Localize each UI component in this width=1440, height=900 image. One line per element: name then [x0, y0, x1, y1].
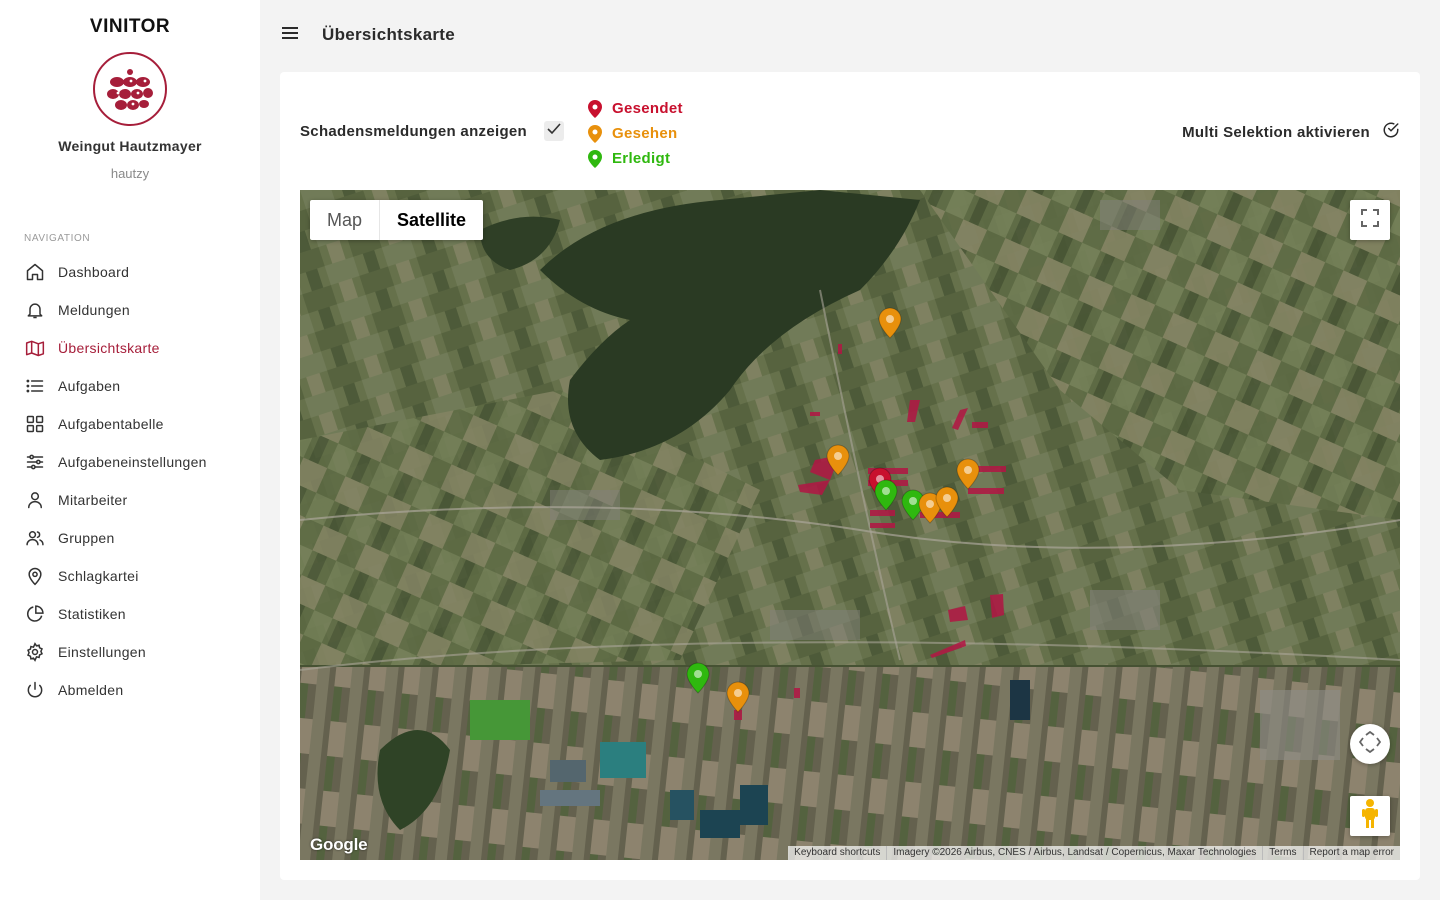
- nav-item-label: Statistiken: [58, 606, 126, 622]
- satellite-imagery: [300, 190, 1400, 860]
- home-icon: [24, 261, 46, 283]
- map-marker-erledigt[interactable]: [874, 479, 898, 516]
- map-pin-icon: [588, 149, 602, 168]
- list-icon: [24, 375, 46, 397]
- satellite-map[interactable]: Map Satellite Google Keyboard shortcuts …: [300, 190, 1400, 860]
- street-view-pegman-button[interactable]: [1350, 796, 1390, 836]
- hamburger-icon: [282, 26, 298, 44]
- nav-item-aufgabentabelle[interactable]: Aufgabentabelle: [24, 405, 254, 443]
- legend-label: Gesehen: [612, 125, 678, 142]
- bell-icon: [24, 299, 46, 321]
- report-map-error-link[interactable]: Report a map error: [1302, 846, 1400, 860]
- nav-item-label: Übersichtskarte: [58, 340, 160, 356]
- map-marker-gesehen[interactable]: [726, 681, 750, 718]
- gear-icon: [24, 641, 46, 663]
- main-navigation: Dashboard Meldungen Übersichtskarte Aufg…: [24, 253, 254, 709]
- organization-name: Weingut Hautzmayer: [58, 138, 202, 154]
- camera-control-button[interactable]: [1350, 724, 1390, 764]
- keyboard-shortcuts-link[interactable]: Keyboard shortcuts: [788, 846, 886, 860]
- nav-item-label: Aufgaben: [58, 378, 121, 394]
- map-pin-icon: [24, 565, 46, 587]
- nav-item-meldungen[interactable]: Meldungen: [24, 291, 254, 329]
- legend-label: Erledigt: [612, 150, 671, 167]
- nav-item-abmelden[interactable]: Abmelden: [24, 671, 254, 709]
- organization-logo: [93, 52, 167, 126]
- map-pin-icon: [588, 124, 602, 143]
- check-circle-icon: [1382, 121, 1400, 144]
- legend-item-erledigt: Erledigt: [588, 146, 683, 171]
- page-title: Übersichtskarte: [322, 25, 456, 44]
- legend-item-gesendet: Gesendet: [588, 96, 683, 121]
- status-legend: Gesendet Gesehen Erledigt: [588, 96, 683, 171]
- nav-item-aufgaben[interactable]: Aufgaben: [24, 367, 254, 405]
- nav-item-einstellungen[interactable]: Einstellungen: [24, 633, 254, 671]
- multi-select-label: Multi Selektion aktivieren: [1182, 124, 1370, 141]
- nav-item-schlagkartei[interactable]: Schlagkartei: [24, 557, 254, 595]
- menu-toggle-button[interactable]: [280, 24, 300, 46]
- map-type-map-button[interactable]: Map: [310, 200, 379, 240]
- fullscreen-button[interactable]: [1350, 200, 1390, 240]
- sliders-icon: [24, 451, 46, 473]
- show-damage-reports-label: Schadensmeldungen anzeigen: [300, 123, 528, 140]
- nav-item-label: Einstellungen: [58, 644, 146, 660]
- nav-item-label: Aufgabentabelle: [58, 416, 164, 432]
- user-icon: [24, 489, 46, 511]
- map-attribution-bar: Keyboard shortcuts Imagery ©2026 Airbus,…: [788, 846, 1400, 860]
- fullscreen-icon: [1361, 208, 1379, 232]
- terms-link[interactable]: Terms: [1262, 846, 1302, 860]
- imagery-attribution: Imagery ©2026 Airbus, CNES / Airbus, Lan…: [886, 846, 1262, 860]
- nav-item-label: Abmelden: [58, 682, 124, 698]
- map-type-control: Map Satellite: [310, 200, 484, 240]
- map-marker-gesehen[interactable]: [878, 307, 902, 344]
- nav-item-label: Schlagkartei: [58, 568, 139, 584]
- move-arrows-icon: [1358, 730, 1382, 758]
- nav-item-label: Gruppen: [58, 530, 115, 546]
- nav-item-aufgabeneinstellungen[interactable]: Aufgabeneinstellungen: [24, 443, 254, 481]
- map-marker-erledigt[interactable]: [686, 662, 710, 699]
- nav-item-label: Mitarbeiter: [58, 492, 128, 508]
- nav-item-statistiken[interactable]: Statistiken: [24, 595, 254, 633]
- sidebar: VINITOR Weingut Hautzmayer hautzy NAVIGA…: [0, 0, 260, 900]
- map-pin-icon: [588, 99, 602, 118]
- map-type-satellite-button[interactable]: Satellite: [379, 200, 483, 240]
- map-card: Schadensmeldungen anzeigen Gesendet Gese…: [280, 72, 1420, 880]
- nav-item-dashboard[interactable]: Dashboard: [24, 253, 254, 291]
- grid-icon: [24, 413, 46, 435]
- nav-item-label: Dashboard: [58, 264, 130, 280]
- top-bar: Übersichtskarte: [260, 0, 1440, 72]
- users-icon: [24, 527, 46, 549]
- username: hautzy: [110, 166, 150, 181]
- pie-chart-icon: [24, 603, 46, 625]
- map-icon: [24, 337, 46, 359]
- legend-item-gesehen: Gesehen: [588, 121, 683, 146]
- brand-title: VINITOR: [89, 16, 171, 37]
- nav-item-label: Meldungen: [58, 302, 130, 318]
- nav-heading: NAVIGATION: [24, 233, 91, 244]
- legend-label: Gesendet: [612, 100, 683, 117]
- map-marker-gesehen[interactable]: [956, 458, 980, 495]
- checkmark-icon: [547, 122, 561, 140]
- nav-item-mitarbeiter[interactable]: Mitarbeiter: [24, 481, 254, 519]
- map-marker-gesehen[interactable]: [826, 444, 850, 481]
- show-damage-reports-checkbox[interactable]: [544, 121, 564, 141]
- nav-item-uebersichtskarte[interactable]: Übersichtskarte: [24, 329, 254, 367]
- power-icon: [24, 679, 46, 701]
- pegman-icon: [1360, 798, 1380, 835]
- nav-item-gruppen[interactable]: Gruppen: [24, 519, 254, 557]
- google-logo: Google: [310, 835, 368, 854]
- multi-select-toggle[interactable]: Multi Selektion aktivieren: [1182, 121, 1400, 144]
- nav-item-label: Aufgabeneinstellungen: [58, 454, 207, 470]
